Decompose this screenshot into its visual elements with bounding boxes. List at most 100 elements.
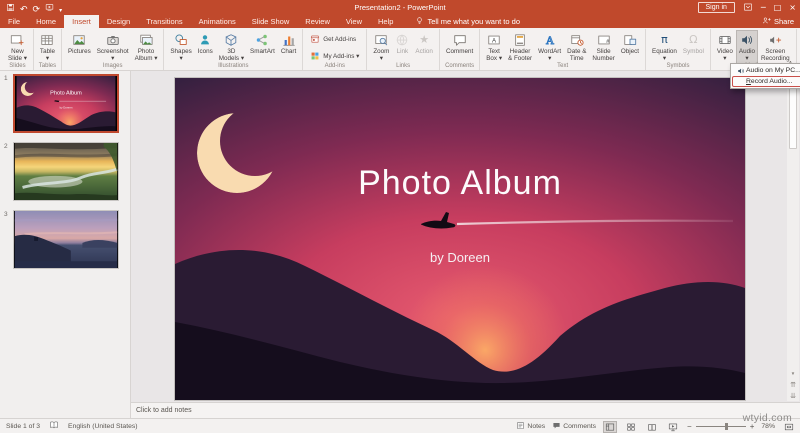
zoom-out-button[interactable]: − <box>687 422 692 431</box>
header-footer-button[interactable]: Header & Footer <box>505 30 535 64</box>
group-label-illustrations: Illustrations <box>218 63 249 69</box>
tab-view[interactable]: View <box>338 15 370 28</box>
slide-thumbnail-3[interactable] <box>13 210 119 269</box>
thumbnail-row-3: 3 <box>0 210 130 269</box>
previous-slide-button[interactable]: ⇈ <box>787 379 799 390</box>
text-box-button[interactable]: A Text Box ▾ <box>483 30 505 64</box>
tab-insert[interactable]: Insert <box>64 15 99 28</box>
tab-home[interactable]: Home <box>28 15 64 28</box>
header-footer-label: Header <box>509 48 531 55</box>
tab-file[interactable]: File <box>0 15 28 28</box>
slide-subtitle[interactable]: by Doreen <box>430 250 490 265</box>
equation-button[interactable]: π Equation ▾ <box>649 30 680 64</box>
undo-button[interactable]: ↶ <box>20 0 28 15</box>
notes-toggle-button[interactable]: Notes <box>516 421 545 432</box>
video-label: ▾ <box>723 55 727 62</box>
object-button[interactable]: Object <box>618 30 642 57</box>
tell-me-box[interactable]: Tell me what you want to do <box>415 15 520 28</box>
zoom-button[interactable]: Zoom ▾ <box>370 30 392 64</box>
tab-transitions[interactable]: Transitions <box>138 15 190 28</box>
svg-text:#: # <box>606 39 609 45</box>
ribbon-group-slides: New Slide ▾ Slides <box>2 29 34 70</box>
minimize-button[interactable]: ─ <box>761 3 766 12</box>
get-add-ins-label: Get Add-ins <box>323 35 357 43</box>
normal-view-button[interactable] <box>603 420 618 433</box>
start-slideshow-button[interactable] <box>45 0 54 15</box>
date-time-label: Date & <box>567 48 587 55</box>
icons-button[interactable]: Icons <box>195 30 216 57</box>
audio-dropdown-menu: Audio on My PC... Record Audio... <box>730 63 800 89</box>
svg-text:A: A <box>546 34 555 46</box>
table-label: ▾ <box>45 55 50 62</box>
action-label: Action <box>415 48 433 55</box>
next-slide-button[interactable]: ⇊ <box>787 390 799 401</box>
save-button[interactable] <box>6 0 15 15</box>
vertical-scrollbar[interactable]: ▲ ▼ ⇈ ⇊ <box>787 72 799 401</box>
video-button[interactable]: Video ▾ <box>714 30 736 64</box>
tab-slide-show[interactable]: Slide Show <box>244 15 298 28</box>
3d-models-button[interactable]: 3D Models ▾ <box>216 30 247 64</box>
screen-recording-button[interactable]: Screen Recording <box>758 30 793 64</box>
zoomlens-icon <box>374 32 388 47</box>
pictures-button[interactable]: Pictures <box>65 30 94 57</box>
reading-view-button[interactable] <box>645 421 659 433</box>
share-button[interactable]: Share <box>762 15 794 28</box>
date-time-button[interactable]: Date & Time <box>564 30 589 64</box>
get-add-ins-button[interactable]: Get Add-ins <box>306 32 360 46</box>
notes-pane[interactable]: Click to add notes <box>131 402 800 418</box>
zoom-level[interactable]: 78% <box>761 423 775 430</box>
my-add-ins-label: My Add-ins ▾ <box>323 52 360 60</box>
link-button: Link <box>392 30 412 57</box>
qat-customize-button[interactable]: ▾ <box>59 0 62 15</box>
datetime-icon <box>570 32 584 47</box>
pictures-icon <box>72 32 86 47</box>
ribbon-group-text: A Text Box ▾ Header & Footer A WordArt ▾ Date & T… <box>480 29 647 70</box>
editor-column: Photo Album by Doreen ▲ ▼ ⇈ ⇊ Click to a… <box>131 71 800 418</box>
share-person-icon <box>762 16 771 27</box>
my-add-ins-button[interactable]: My Add-ins ▾ <box>306 49 363 63</box>
restore-button[interactable]: □ <box>774 3 782 12</box>
comments-toggle-button[interactable]: Comments <box>552 421 596 432</box>
slidenumber-icon: # <box>597 32 611 47</box>
language-indicator[interactable]: English (United States) <box>68 423 138 430</box>
slide-thumbnail-2[interactable] <box>13 142 119 201</box>
photo-album-button[interactable]: Photo Album ▾ <box>132 30 161 64</box>
scroll-down-button[interactable]: ▼ <box>787 368 799 379</box>
tab-design[interactable]: Design <box>99 15 138 28</box>
tab-animations[interactable]: Animations <box>191 15 244 28</box>
spellcheck-book-icon[interactable] <box>49 420 59 432</box>
audio-on-my-pc-label: Audio on My PC... <box>746 67 800 74</box>
slide-title[interactable]: Photo Album <box>358 164 562 202</box>
table-button[interactable]: Table ▾ <box>37 30 58 64</box>
share-label: Share <box>773 17 794 26</box>
wordart-button[interactable]: A WordArt ▾ <box>535 30 564 64</box>
slide-thumbnail-1[interactable]: Photo Album by Doreen <box>13 74 119 133</box>
main-area: 1 Photo Album by Doreen 2 3 Photo Album … <box>0 71 800 418</box>
group-label-images: Images <box>102 63 123 69</box>
new-slide-button[interactable]: New Slide ▾ <box>5 30 30 64</box>
screenshot-button[interactable]: Screenshot ▾ <box>94 30 132 64</box>
smartart-button[interactable]: SmartArt <box>247 30 278 57</box>
shapes-button[interactable]: Shapes ▾ <box>167 30 194 64</box>
scrollbar-thumb[interactable] <box>789 83 797 149</box>
redo-button[interactable]: ⟳ <box>33 0 41 15</box>
menu-item-record-audio[interactable]: Record Audio... <box>732 76 800 87</box>
menu-item-audio-on-my-pc[interactable]: Audio on My PC... <box>732 65 800 76</box>
tab-review[interactable]: Review <box>297 15 338 28</box>
sign-in-button[interactable]: Sign in <box>697 2 735 13</box>
tab-help[interactable]: Help <box>370 15 401 28</box>
comment-button[interactable]: Comment <box>443 30 476 57</box>
chart-button[interactable]: Chart <box>278 30 299 57</box>
icons-label: Icons <box>197 48 213 55</box>
screenrec-icon <box>768 32 782 47</box>
audio-button[interactable]: Audio ▾ <box>735 30 758 64</box>
close-button[interactable]: × <box>789 3 796 12</box>
slide-sorter-view-button[interactable] <box>624 421 638 433</box>
slide-canvas[interactable]: Photo Album by Doreen <box>175 78 745 400</box>
3d-models-label: 3D <box>227 48 236 55</box>
zoom-slider-thumb[interactable] <box>724 423 728 430</box>
slide-show-button[interactable] <box>666 421 680 433</box>
slide-number-label: 1 <box>4 75 8 82</box>
ribbon-tabs: File Home Insert Design Transitions Animation… <box>0 15 401 28</box>
slide-number-button[interactable]: # Slide Number <box>589 30 617 64</box>
